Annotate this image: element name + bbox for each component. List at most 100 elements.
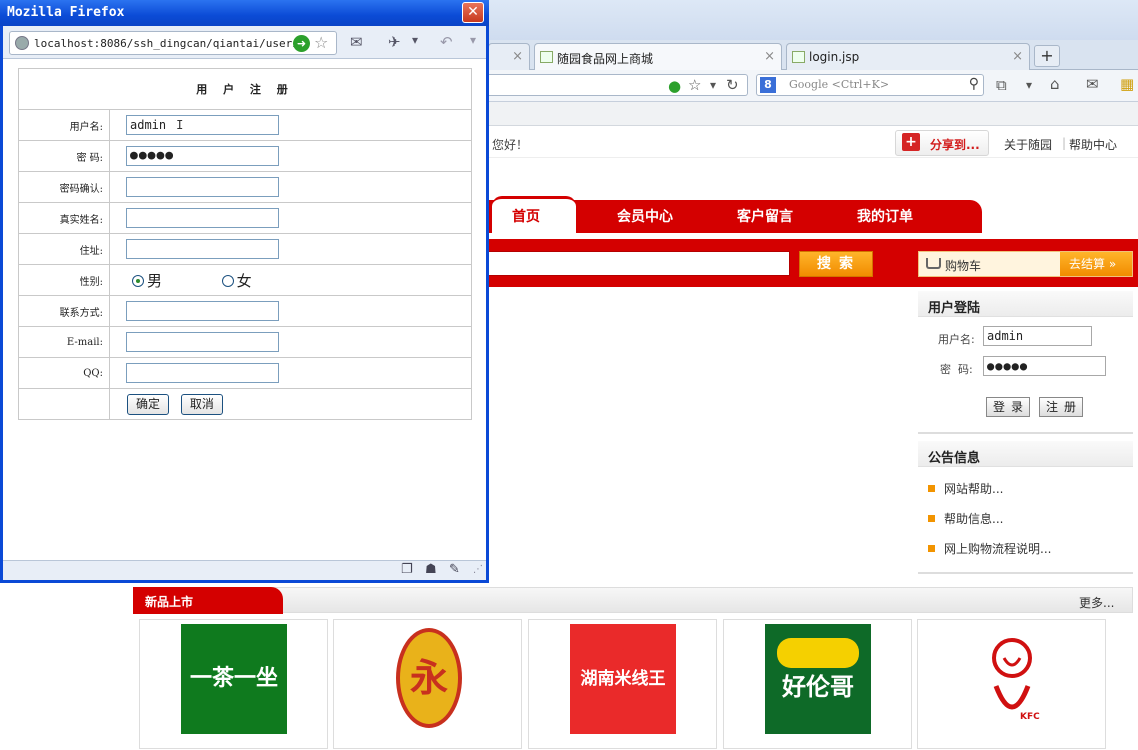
brand-logo[interactable]: 好伦哥: [765, 624, 871, 734]
contact-input[interactable]: [126, 301, 279, 321]
dropdown-icon[interactable]: ▾: [1026, 77, 1032, 93]
password-label: 密 码:: [18, 140, 110, 172]
username-label: 用户名:: [18, 109, 110, 141]
brush-icon[interactable]: ✎: [449, 562, 460, 577]
gender-female-radio[interactable]: [221, 274, 234, 287]
checkout-button[interactable]: 去结算 »: [1060, 252, 1132, 276]
notice-item[interactable]: 帮助信息...: [928, 510, 1003, 527]
bullet-icon: [928, 485, 935, 492]
close-icon[interactable]: ×: [764, 49, 775, 64]
popup-statusbar: ❐ ☗ ✎ ⋰: [3, 560, 486, 580]
tab-login[interactable]: login.jsp ×: [786, 43, 1030, 70]
notice-title: 公告信息: [918, 441, 1133, 467]
url-bar[interactable]: ● ☆ ▾ ↻: [488, 74, 748, 96]
submit-button[interactable]: 确定: [127, 393, 170, 415]
nav-home[interactable]: 首页: [512, 206, 540, 226]
close-icon[interactable]: ×: [512, 49, 523, 64]
divider: |: [1062, 136, 1067, 150]
notice-item[interactable]: 网上购物流程说明...: [928, 540, 1051, 557]
address-input[interactable]: [126, 239, 279, 259]
brand-logo[interactable]: 永: [396, 628, 462, 728]
about-link[interactable]: 关于随园: [1004, 136, 1052, 153]
nav-guestbook[interactable]: 客户留言: [737, 206, 793, 226]
site-search-button[interactable]: 搜索: [799, 251, 873, 277]
mail-icon[interactable]: ✉: [350, 33, 363, 51]
product-card[interactable]: 一茶一坐: [139, 619, 328, 749]
globe-icon: [15, 36, 29, 50]
star-icon[interactable]: ☆: [314, 33, 328, 52]
login-password-label: 密 码:: [940, 363, 973, 376]
share-button[interactable]: + 分享到...: [895, 130, 989, 156]
new-products-title: 新品上市: [133, 587, 283, 614]
popup-url-bar[interactable]: localhost:8086/ssh_dingcan/qiantai/useri…: [9, 31, 337, 55]
product-card[interactable]: 湖南米线王: [528, 619, 717, 749]
go-icon[interactable]: ➜: [293, 35, 310, 52]
password-input[interactable]: ●●●●●: [126, 146, 279, 166]
product-card[interactable]: 好伦哥: [723, 619, 912, 749]
qq-label: QQ:: [18, 357, 110, 389]
more-link[interactable]: 更多...: [1079, 594, 1114, 611]
reload-icon[interactable]: ↻: [726, 77, 739, 93]
cancel-button[interactable]: 取消: [180, 393, 223, 415]
star-icon[interactable]: ☆: [688, 77, 701, 93]
notice-link[interactable]: 网上购物流程说明...: [944, 542, 1051, 556]
nav-member-center[interactable]: 会员中心: [617, 206, 673, 226]
notice-item[interactable]: 网站帮助...: [928, 480, 1003, 497]
brand-logo[interactable]: 湖南米线王: [570, 624, 676, 734]
close-icon[interactable]: ✕: [462, 2, 484, 23]
real-name-input[interactable]: [126, 208, 279, 228]
page-icon: [792, 51, 805, 63]
site-search-input[interactable]: [488, 251, 790, 276]
login-password-input[interactable]: ●●●●●: [983, 356, 1106, 376]
real-name-label: 真实姓名:: [18, 202, 110, 234]
home-icon[interactable]: ⌂: [1050, 76, 1060, 92]
window-icon[interactable]: ❐: [401, 562, 413, 577]
dropdown-icon[interactable]: ▾: [470, 33, 476, 47]
tab-shop[interactable]: 随园食品网上商城 ×: [534, 43, 782, 71]
bullet-icon: [928, 515, 935, 522]
cart-bar[interactable]: 购物车 去结算 »: [918, 251, 1133, 277]
resize-grip-icon[interactable]: ⋰: [473, 564, 483, 575]
new-products-header: [133, 587, 1133, 613]
web-search-box[interactable]: 8 Google <Ctrl+K> ⚲: [756, 74, 984, 96]
go-icon[interactable]: ●: [668, 78, 681, 94]
mask-icon[interactable]: ☗: [425, 562, 437, 577]
username-input[interactable]: admin I: [126, 115, 279, 135]
bullet-icon: [928, 545, 935, 552]
login-button[interactable]: 登录: [986, 397, 1030, 417]
gender-male-radio[interactable]: [132, 274, 144, 287]
notice-link[interactable]: 帮助信息...: [944, 512, 1003, 526]
email-input[interactable]: [126, 332, 279, 352]
brand-logo-text: 好伦哥: [782, 673, 854, 701]
dropdown-icon[interactable]: ▾: [412, 33, 418, 47]
mail-icon[interactable]: ✉: [1086, 76, 1099, 92]
screenshot-icon[interactable]: ⧉: [996, 77, 1007, 93]
tab-label: login.jsp: [809, 50, 860, 64]
cart-icon: [926, 258, 941, 269]
help-link[interactable]: 帮助中心: [1069, 136, 1117, 153]
google-icon[interactable]: 8: [760, 77, 776, 93]
new-tab-button[interactable]: +: [1034, 45, 1060, 67]
bug-icon[interactable]: ✈: [388, 33, 401, 51]
product-card[interactable]: 永: [333, 619, 522, 749]
nav-my-orders[interactable]: 我的订单: [857, 206, 913, 226]
popup-titlebar: Mozilla Firefox ✕: [0, 0, 489, 26]
dropdown-icon[interactable]: ▾: [710, 77, 716, 93]
undo-icon[interactable]: ↶: [440, 33, 453, 51]
search-icon[interactable]: ⚲: [969, 76, 979, 92]
login-username-input[interactable]: admin: [983, 326, 1092, 346]
notice-link[interactable]: 网站帮助...: [944, 482, 1003, 496]
grid-icon[interactable]: ▦: [1120, 76, 1134, 92]
address-label: 住址:: [18, 233, 110, 265]
tab-partial[interactable]: ×: [488, 43, 530, 70]
password-confirm-input[interactable]: [126, 177, 279, 197]
form-heading: 用 户 注 册: [18, 68, 472, 110]
close-icon[interactable]: ×: [1012, 49, 1023, 64]
gender-label: 性别:: [18, 264, 110, 296]
qq-input[interactable]: [126, 363, 279, 383]
register-button[interactable]: 注册: [1039, 397, 1083, 417]
greeting-text: 您好！: [492, 138, 529, 152]
brand-logo[interactable]: 一茶一坐: [181, 624, 287, 734]
empty-cell: [18, 388, 110, 420]
product-card[interactable]: KFC: [917, 619, 1106, 749]
